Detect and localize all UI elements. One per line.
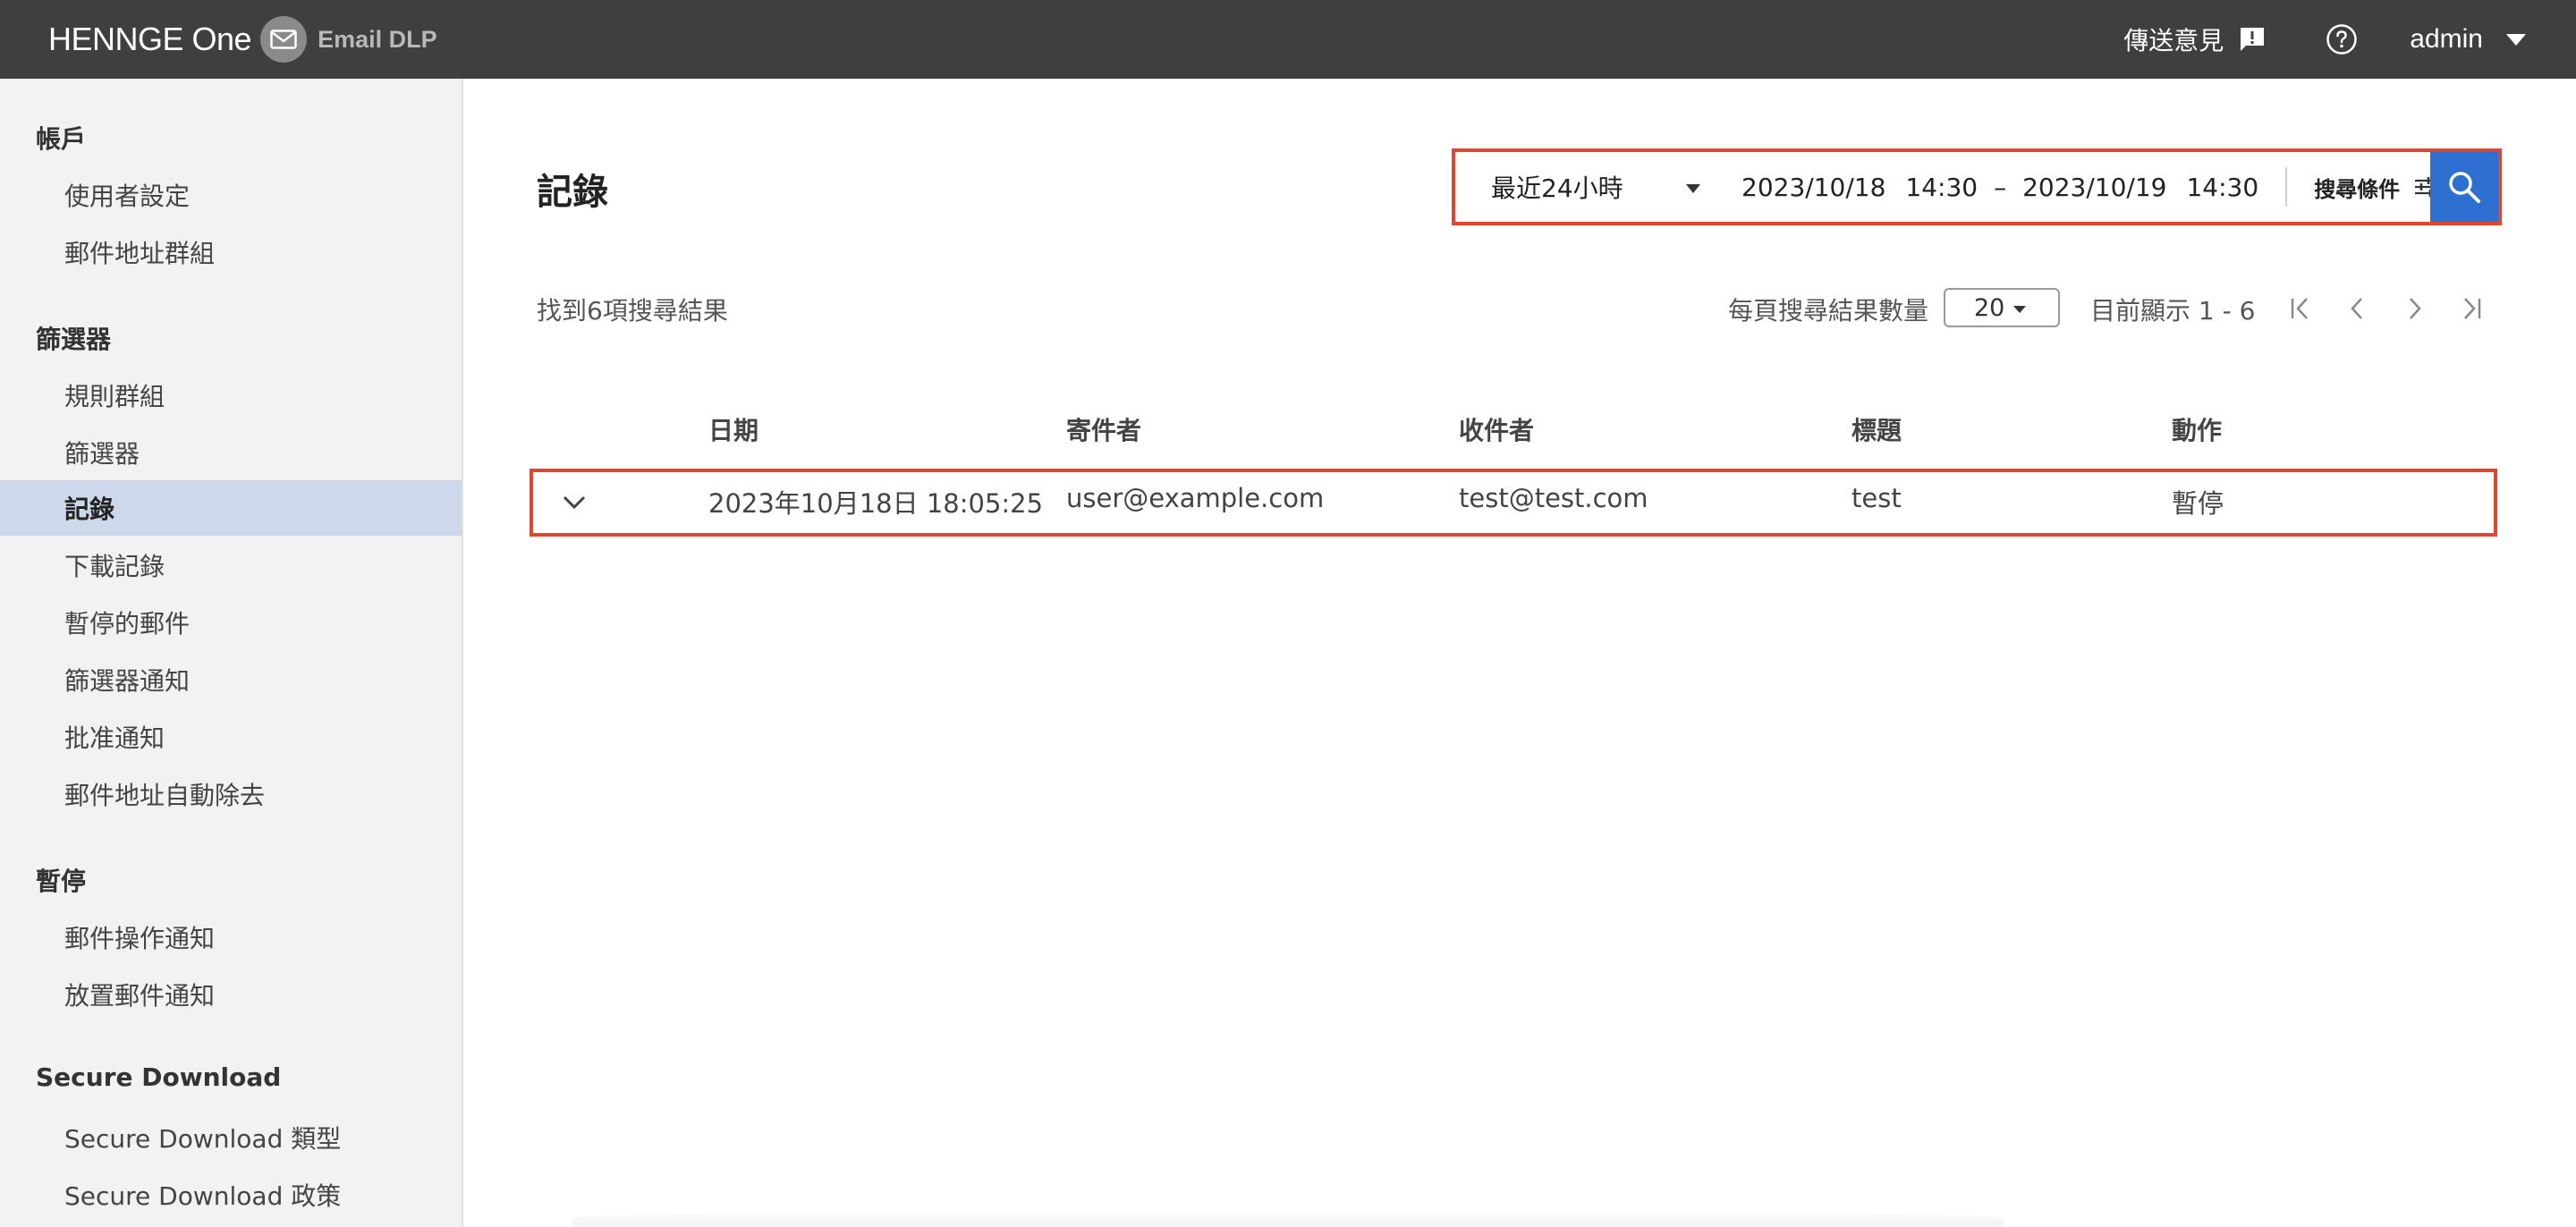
sidebar-section-filters: 篩選器 xyxy=(36,325,112,354)
search-criteria-label: 搜尋條件 xyxy=(2314,176,2401,202)
last-page-button[interactable] xyxy=(2453,291,2489,326)
brand[interactable]: HENNGE One Email DLP xyxy=(48,0,437,79)
search-bar: 最近24小時 2023/10/18 14:30 – 2023/10/19 14:… xyxy=(1452,148,2502,225)
sidebar-item-rule-groups[interactable]: 規則群組 xyxy=(0,368,462,423)
showing-range: 目前顯示 1 - 6 xyxy=(2090,296,2256,326)
user-name: admin xyxy=(2410,24,2483,54)
sidebar-item-user-settings[interactable]: 使用者設定 xyxy=(0,167,462,223)
brand-logo: HENNGE One xyxy=(48,21,252,57)
column-header-sender[interactable]: 寄件者 xyxy=(1066,411,1141,447)
per-page-select[interactable]: 20 xyxy=(1944,288,2060,327)
sidebar-section-hold: 暫停 xyxy=(36,867,87,896)
help-icon[interactable] xyxy=(2326,23,2358,55)
user-menu[interactable]: admin xyxy=(2410,24,2526,55)
sidebar-item-logs[interactable]: 記錄 xyxy=(0,480,462,536)
sidebar-item-release-notifications[interactable]: 放置郵件通知 xyxy=(0,967,462,1022)
sidebar-item-approval-notifications[interactable]: 批准通知 xyxy=(0,709,462,765)
column-header-subject[interactable]: 標題 xyxy=(1852,411,1902,447)
sidebar-item-held-mail[interactable]: 暫停的郵件 xyxy=(0,595,462,650)
expand-row-button[interactable] xyxy=(555,483,594,522)
sidebar-item-filters[interactable]: 篩選器 xyxy=(0,425,462,480)
feedback-button[interactable]: 傳送意見 xyxy=(2123,21,2267,57)
product-name: Email DLP xyxy=(318,25,437,53)
search-icon xyxy=(2449,172,2480,203)
sidebar-section-secure-download: Secure Download xyxy=(36,1062,282,1092)
start-date: 2023/10/18 xyxy=(1741,172,1886,202)
time-range-value: 最近24小時 xyxy=(1491,173,1623,203)
feedback-label: 傳送意見 xyxy=(2123,26,2224,55)
last-page-icon xyxy=(2464,298,2481,319)
column-header-recipient[interactable]: 收件者 xyxy=(1459,411,1534,447)
row-subject: test xyxy=(1852,483,1902,513)
divider xyxy=(2285,167,2288,207)
envelope-icon xyxy=(260,16,308,63)
sidebar-item-secure-download-types[interactable]: Secure Download 類型 xyxy=(0,1110,462,1165)
sidebar-item-filter-notifications[interactable]: 篩選器通知 xyxy=(0,652,462,707)
top-right-controls: 傳送意見 admin xyxy=(2123,0,2526,79)
time-range-select[interactable]: 最近24小時 xyxy=(1455,152,1724,222)
date-range-input[interactable]: 2023/10/18 14:30 – 2023/10/19 14:30 xyxy=(1741,173,2258,202)
first-page-button[interactable] xyxy=(2283,291,2318,326)
start-time: 14:30 xyxy=(1905,172,1979,202)
caret-down-icon xyxy=(2013,306,2026,313)
per-page-label: 每頁搜尋結果數量 xyxy=(1728,296,1929,326)
search-button[interactable] xyxy=(2430,152,2498,222)
first-page-icon xyxy=(2291,298,2308,319)
page-title: 記錄 xyxy=(537,172,608,213)
search-criteria-button[interactable]: 搜尋條件 xyxy=(2314,172,2437,203)
column-header-action[interactable]: 動作 xyxy=(2172,411,2222,447)
chevron-right-icon xyxy=(2410,298,2421,319)
row-date: 2023年10月18日 18:05:25 xyxy=(708,488,1044,519)
chevron-left-icon xyxy=(2351,298,2362,319)
top-bar: HENNGE One Email DLP 傳送意見 admin xyxy=(0,0,2576,79)
sidebar-item-address-groups[interactable]: 郵件地址群組 xyxy=(0,224,462,280)
end-time: 14:30 xyxy=(2186,172,2259,202)
sidebar-item-mail-action-notifications[interactable]: 郵件操作通知 xyxy=(0,910,462,965)
row-recipient: test@test.com xyxy=(1459,483,1648,513)
next-page-button[interactable] xyxy=(2397,291,2433,326)
date-separator: – xyxy=(1994,172,2007,202)
chevron-down-icon xyxy=(563,495,586,510)
bottom-shadow xyxy=(572,1209,2004,1227)
results-count: 找到6項搜尋結果 xyxy=(537,296,728,326)
sidebar-item-download-logs[interactable]: 下載記錄 xyxy=(0,537,462,593)
previous-page-button[interactable] xyxy=(2339,291,2375,326)
row-sender: user@example.com xyxy=(1066,483,1325,513)
column-header-date[interactable]: 日期 xyxy=(708,411,758,447)
sidebar-section-account: 帳戶 xyxy=(36,124,87,154)
row-action: 暫停 xyxy=(2172,488,2224,519)
sidebar-item-address-auto-removal[interactable]: 郵件地址自動除去 xyxy=(0,766,462,822)
end-date: 2023/10/19 xyxy=(2022,172,2167,202)
caret-down-icon xyxy=(1686,184,1700,193)
per-page-value: 20 xyxy=(1974,293,2005,322)
chevron-down-icon xyxy=(2506,33,2526,46)
feedback-icon xyxy=(2241,28,2265,51)
sidebar-item-secure-download-policies[interactable]: Secure Download 政策 xyxy=(0,1167,462,1223)
sidebar: 帳戶 使用者設定 郵件地址群組 篩選器 規則群組 篩選器 記錄 下載記錄 暫停的… xyxy=(0,79,463,1227)
